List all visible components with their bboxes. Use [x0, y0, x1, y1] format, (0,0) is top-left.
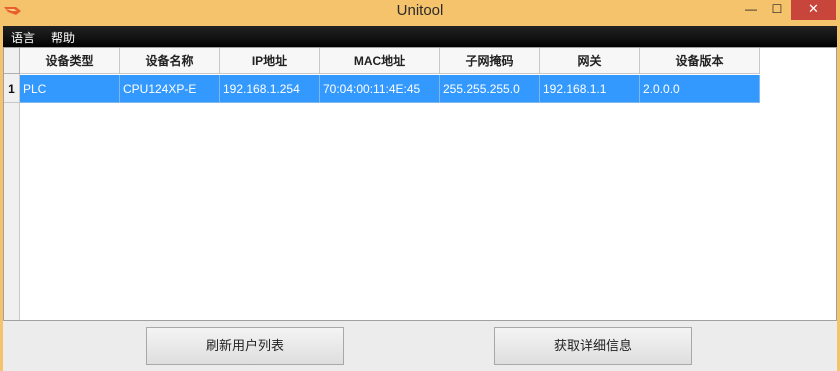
device-table: 设备类型 设备名称 IP地址 MAC地址 子网掩码 网关 设备版本 1 PLC …	[3, 47, 837, 321]
app-window: Unitool — ☐ ✕ 语言 帮助 设备类型 设备名称 IP地址 MAC地址…	[0, 0, 840, 371]
cell-device-version[interactable]: 2.0.0.0	[640, 75, 760, 103]
close-button[interactable]: ✕	[791, 0, 836, 20]
refresh-user-list-button[interactable]: 刷新用户列表	[146, 327, 344, 365]
column-header-ip-address[interactable]: IP地址	[220, 48, 320, 74]
grid-corner[interactable]	[4, 48, 20, 74]
maximize-button[interactable]: ☐	[764, 0, 790, 20]
title-bar[interactable]: Unitool — ☐ ✕	[0, 0, 840, 24]
minimize-button[interactable]: —	[738, 0, 764, 20]
table-header: 设备类型 设备名称 IP地址 MAC地址 子网掩码 网关 设备版本	[20, 48, 760, 74]
column-header-mac-address[interactable]: MAC地址	[320, 48, 440, 74]
column-header-device-type[interactable]: 设备类型	[20, 48, 120, 74]
column-header-device-version[interactable]: 设备版本	[640, 48, 760, 74]
menu-bar: 语言 帮助	[3, 26, 837, 47]
menu-language[interactable]: 语言	[7, 28, 39, 47]
table-row[interactable]: PLC CPU124XP-E 192.168.1.254 70:04:00:11…	[20, 75, 760, 103]
cell-device-name[interactable]: CPU124XP-E	[120, 75, 220, 103]
action-bar: 刷新用户列表 获取详细信息	[3, 321, 837, 371]
column-header-device-name[interactable]: 设备名称	[120, 48, 220, 74]
cell-mac-address[interactable]: 70:04:00:11:4E:45	[320, 75, 440, 103]
get-details-button[interactable]: 获取详细信息	[494, 327, 692, 365]
row-header-column	[4, 74, 20, 320]
column-header-subnet-mask[interactable]: 子网掩码	[440, 48, 540, 74]
cell-subnet-mask[interactable]: 255.255.255.0	[440, 75, 540, 103]
row-number[interactable]: 1	[4, 75, 20, 103]
cell-device-type[interactable]: PLC	[20, 75, 120, 103]
cell-ip-address[interactable]: 192.168.1.254	[220, 75, 320, 103]
column-header-gateway[interactable]: 网关	[540, 48, 640, 74]
window-title: Unitool	[396, 2, 444, 19]
menu-help[interactable]: 帮助	[47, 28, 79, 47]
cell-gateway[interactable]: 192.168.1.1	[540, 75, 640, 103]
